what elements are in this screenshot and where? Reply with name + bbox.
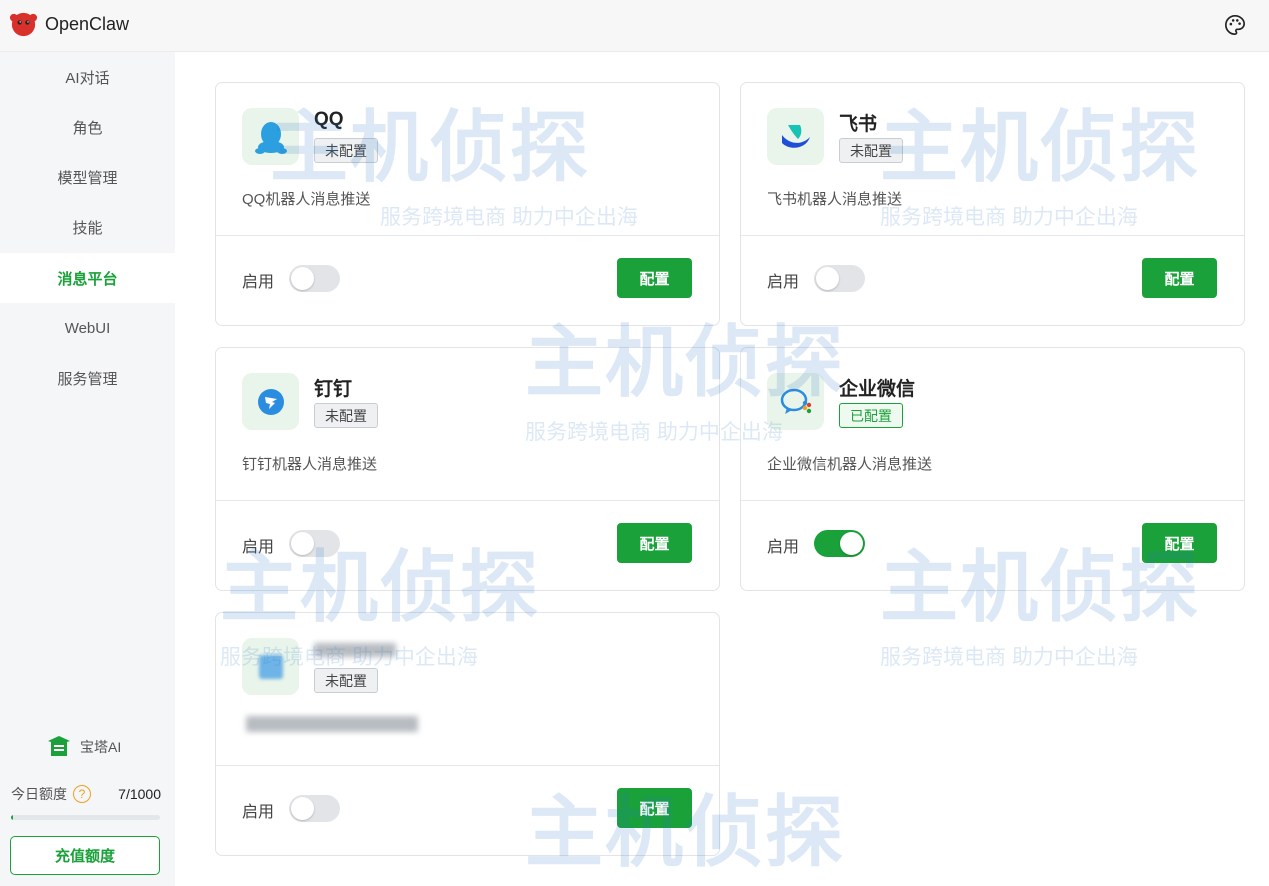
toggle-knob <box>816 267 839 290</box>
qq-icon <box>242 108 299 165</box>
platform-description: 飞书机器人消息推送 <box>767 191 903 208</box>
sidebar-item-ai-chat[interactable]: AI对话 <box>0 52 175 102</box>
status-badge: 未配置 <box>314 403 378 428</box>
quota-label: 今日额度 <box>11 786 67 802</box>
quota-progress-fill <box>11 815 14 820</box>
toggle-knob <box>840 532 863 555</box>
app-title: OpenClaw <box>45 14 130 34</box>
sidebar-item-model-management[interactable]: 模型管理 <box>0 152 175 202</box>
feishu-icon <box>767 108 824 165</box>
sidebar-item-label: 消息平台 <box>57 270 118 288</box>
platform-description: 钉钉机器人消息推送 <box>242 456 378 473</box>
sidebar-item-label: 服务管理 <box>57 370 118 388</box>
status-badge: 未配置 <box>839 138 903 163</box>
platform-card-blurred: 未配置 启用 配置 <box>215 612 720 856</box>
configure-button[interactable]: 配置 <box>1142 523 1217 563</box>
enable-toggle[interactable] <box>289 265 340 292</box>
enable-label: 启用 <box>767 274 800 291</box>
top-bar: OpenClaw <box>0 0 1269 52</box>
toggle-knob <box>291 797 314 820</box>
sidebar-item-service-management[interactable]: 服务管理 <box>0 353 175 403</box>
sidebar-item-label: 角色 <box>72 119 103 137</box>
enable-label: 启用 <box>242 274 275 291</box>
sidebar-item-webui[interactable]: WebUI <box>0 303 175 353</box>
wecom-icon <box>767 373 824 430</box>
sidebar-item-message-platforms[interactable]: 消息平台 <box>0 253 175 303</box>
quota-row: 今日额度 ? 7/1000 <box>11 784 161 804</box>
blurred-logo <box>258 654 283 679</box>
card-header: 企业微信 已配置 企业微信机器人消息推送 <box>741 348 1244 501</box>
status-badge: 未配置 <box>314 668 378 693</box>
sidebar: AI对话 角色 模型管理 技能 消息平台 WebUI 服务管理 宝塔AI 今日额… <box>0 52 175 886</box>
platform-card-feishu: 飞书 未配置 飞书机器人消息推送 启用 配置 <box>740 82 1245 326</box>
sidebar-item-roles[interactable]: 角色 <box>0 102 175 152</box>
platform-name: 企业微信 <box>839 379 916 400</box>
platform-name: 飞书 <box>839 114 878 135</box>
enable-label: 启用 <box>242 539 275 556</box>
theme-palette-button[interactable] <box>1222 12 1248 38</box>
help-icon[interactable]: ? <box>73 785 91 803</box>
configure-button[interactable]: 配置 <box>617 788 692 828</box>
blurred-platform-icon <box>242 638 299 695</box>
card-header: 飞书 未配置 飞书机器人消息推送 <box>741 83 1244 236</box>
card-header: 未配置 <box>216 613 719 766</box>
status-badge: 未配置 <box>314 138 378 163</box>
platform-name: 钉钉 <box>314 379 353 400</box>
openclaw-logo-icon <box>9 12 38 37</box>
configure-button[interactable]: 配置 <box>1142 258 1217 298</box>
brand-label: 宝塔AI <box>80 739 122 755</box>
quota-progress-bar <box>11 815 160 820</box>
palette-icon <box>1225 15 1245 35</box>
recharge-button[interactable]: 充值额度 <box>10 836 160 875</box>
blurred-platform-description <box>246 716 418 732</box>
main-content: QQ 未配置 QQ机器人消息推送 启用 配置 飞书 未配置 飞书机器人消息推送 … <box>175 52 1269 886</box>
status-badge: 已配置 <box>839 403 903 428</box>
configure-button[interactable]: 配置 <box>617 258 692 298</box>
configure-button[interactable]: 配置 <box>617 523 692 563</box>
enable-label: 启用 <box>767 539 800 556</box>
baota-ai-brand: 宝塔AI <box>46 734 121 760</box>
platform-card-qq: QQ 未配置 QQ机器人消息推送 启用 配置 <box>215 82 720 326</box>
card-header: 钉钉 未配置 钉钉机器人消息推送 <box>216 348 719 501</box>
dingtalk-icon <box>242 373 299 430</box>
enable-toggle[interactable] <box>289 530 340 557</box>
blurred-platform-name <box>314 643 396 657</box>
enable-toggle[interactable] <box>289 795 340 822</box>
toggle-knob <box>291 267 314 290</box>
sidebar-item-skills[interactable]: 技能 <box>0 202 175 252</box>
platform-description: QQ机器人消息推送 <box>242 191 371 208</box>
card-header: QQ 未配置 QQ机器人消息推送 <box>216 83 719 236</box>
platform-card-dingtalk: 钉钉 未配置 钉钉机器人消息推送 启用 配置 <box>215 347 720 591</box>
enable-toggle[interactable] <box>814 265 865 292</box>
toggle-knob <box>291 532 314 555</box>
enable-label: 启用 <box>242 804 275 821</box>
sidebar-item-label: 技能 <box>72 219 103 237</box>
sidebar-item-label: 模型管理 <box>57 169 118 187</box>
enable-toggle[interactable] <box>814 530 865 557</box>
sidebar-item-label: WebUI <box>64 319 111 337</box>
platform-description: 企业微信机器人消息推送 <box>767 456 933 473</box>
baota-logo-icon <box>48 736 70 756</box>
platform-name: QQ <box>314 109 344 130</box>
quota-value: 7/1000 <box>118 786 161 802</box>
platform-card-wecom: 企业微信 已配置 企业微信机器人消息推送 启用 配置 <box>740 347 1245 591</box>
sidebar-item-label: AI对话 <box>65 69 110 87</box>
